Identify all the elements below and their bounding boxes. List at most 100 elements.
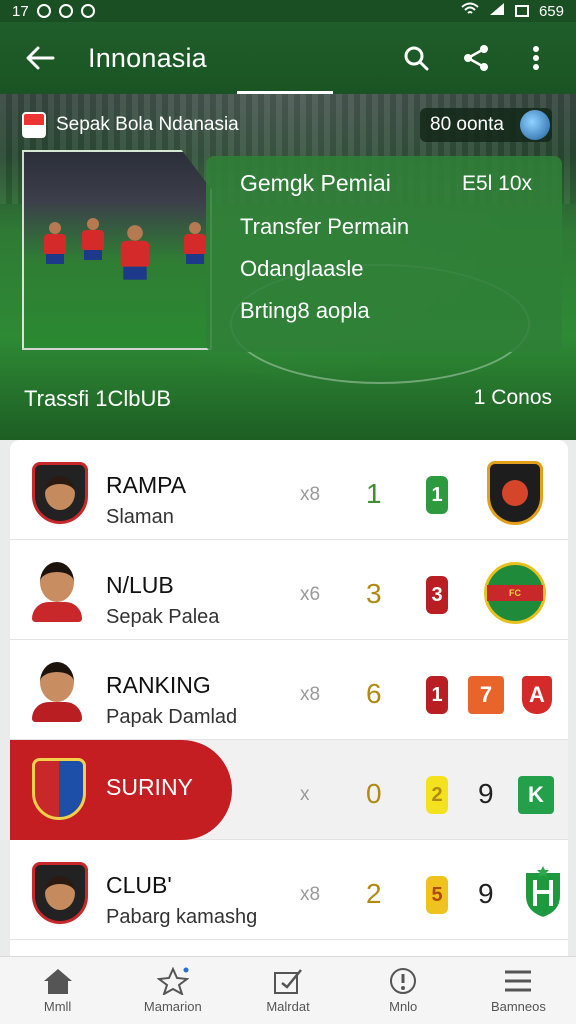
more-button[interactable] <box>518 40 554 76</box>
row-sub: Pabarg kamashg <box>106 906 258 928</box>
panel-item[interactable]: Odanglaasle <box>240 256 364 282</box>
player-avatar <box>32 662 88 724</box>
row-name: RAMPA <box>106 472 187 498</box>
ball-icon <box>520 110 550 140</box>
page-title: Innonasia <box>88 42 207 73</box>
league-name: Sepak Bola Ndanasia <box>56 114 239 135</box>
list-item[interactable]: N/LUB Sepak Palea x6 3 3 FC <box>10 540 568 640</box>
row-sub: Sepak Palea <box>106 606 220 628</box>
player-avatar <box>32 862 88 924</box>
panel-header-right: E5l 10x <box>461 172 532 195</box>
nav-label: Mamarion <box>143 999 202 1014</box>
row-number: 1 <box>366 478 382 509</box>
wifi-icon <box>461 2 479 20</box>
list-item-selected[interactable]: SURINY x 0 2 9 K <box>10 740 568 840</box>
player-avatar <box>32 462 88 524</box>
star-icon <box>156 967 189 995</box>
club-crest[interactable] <box>482 458 548 528</box>
hero-banner: Sepak Bola Ndanasia 80 oonta Gemgk Pemia… <box>0 94 576 440</box>
row-sub: Slaman <box>106 506 174 528</box>
row-badge: 2 <box>426 776 448 814</box>
row-tag[interactable]: K <box>518 776 554 814</box>
edit-check-icon <box>272 967 304 995</box>
battery-icon <box>514 5 529 17</box>
more-vertical-icon <box>533 46 539 70</box>
club-crest[interactable] <box>510 858 568 928</box>
nav-item-menu[interactable]: Bamneos <box>461 957 576 1024</box>
bottom-nav: Mmll Mamarion Malrdat Mnlo Bamneos <box>0 956 576 1024</box>
nav-label: Malrdat <box>266 999 310 1014</box>
club-crest[interactable]: FC <box>482 558 548 628</box>
status-bar-right: 659 <box>461 2 564 20</box>
notification-icon <box>80 4 95 18</box>
nav-item-star[interactable]: Mamarion <box>115 957 230 1024</box>
nav-label: Bamneos <box>490 999 546 1014</box>
hero-footer: Trassfi 1ClbUB 1 Conos <box>24 386 552 412</box>
signal-icon <box>489 2 505 20</box>
panel-item[interactable]: Transfer Permain <box>240 214 409 240</box>
search-button[interactable] <box>398 40 434 76</box>
club-avatar <box>32 758 88 820</box>
list-item[interactable]: RANKING Papak Damlad x8 6 1 7 A <box>10 640 568 740</box>
row-tag[interactable]: A <box>522 676 552 714</box>
app-bar: Innonasia <box>0 22 576 94</box>
home-icon <box>42 967 74 995</box>
nav-item-info[interactable]: Mnlo <box>346 957 461 1024</box>
row-number: 3 <box>366 578 382 609</box>
player-figure <box>82 218 104 264</box>
back-button[interactable] <box>22 40 58 76</box>
match-photo[interactable] <box>22 150 212 350</box>
player-avatar <box>32 562 88 624</box>
row-badge: 3 <box>426 576 448 614</box>
nav-label: Mmll <box>43 999 72 1014</box>
share-icon <box>464 45 488 71</box>
row-number: 0 <box>366 778 382 809</box>
league-header[interactable]: Sepak Bola Ndanasia <box>22 112 239 138</box>
row-name: SURINY <box>106 774 193 800</box>
app-bar-actions <box>398 40 554 76</box>
score-pill-text: 80 oonta <box>430 114 504 135</box>
list-item[interactable]: CLUB' Pabarg kamashg x8 2 5 9 <box>10 840 568 940</box>
row-number-secondary: 9 <box>478 878 494 909</box>
row-number: 2 <box>366 878 382 909</box>
selected-indicator: SURINY <box>10 740 232 840</box>
player-figure <box>184 222 206 268</box>
nav-label: Mnlo <box>389 999 418 1014</box>
status-left-text: 17 <box>12 2 29 20</box>
row-multiplier: x8 <box>300 884 321 905</box>
share-button[interactable] <box>458 40 494 76</box>
notification-icon <box>36 4 51 18</box>
row-multiplier: x8 <box>300 484 321 505</box>
hero-footer-left[interactable]: Trassfi 1ClbUB <box>24 386 171 412</box>
player-figure <box>44 222 66 268</box>
hero-footer-right[interactable]: 1 Conos <box>474 386 552 412</box>
list-item[interactable]: RAMPA Slaman x8 1 1 <box>10 440 568 540</box>
player-figure <box>120 225 150 285</box>
score-pill[interactable]: 80 oonta <box>420 108 552 142</box>
row-badge: 5 <box>426 876 448 914</box>
nav-item-edit[interactable]: Malrdat <box>230 957 345 1024</box>
row-multiplier: x <box>300 784 310 805</box>
row-multiplier: x8 <box>300 684 321 705</box>
row-sub: Papak Damlad <box>106 706 238 728</box>
row-badge: 1 <box>426 676 448 714</box>
row-tag: 7 <box>468 676 504 714</box>
row-badge: 1 <box>426 476 448 514</box>
row-multiplier: x6 <box>300 584 321 605</box>
row-number: 6 <box>366 678 382 709</box>
arrow-left-icon <box>26 46 55 70</box>
panel-item[interactable]: Brting8 aopla <box>240 298 370 324</box>
panel-header: Gemgk Pemiai <box>240 170 391 196</box>
club-list: RAMPA Slaman x8 1 1 N/LUB Sepak Palea x6… <box>10 440 568 956</box>
row-name: N/LUB <box>106 572 174 598</box>
flag-icon <box>22 112 46 138</box>
search-icon <box>404 46 429 71</box>
nav-item-home[interactable]: Mmll <box>0 957 115 1024</box>
row-name: RANKING <box>106 672 211 698</box>
row-name: CLUB' <box>106 872 172 898</box>
notification-icon <box>58 4 73 18</box>
menu-icon <box>502 967 534 995</box>
shield-icon <box>524 866 562 920</box>
status-time: 659 <box>538 2 564 20</box>
status-bar-left: 17 <box>12 3 95 20</box>
